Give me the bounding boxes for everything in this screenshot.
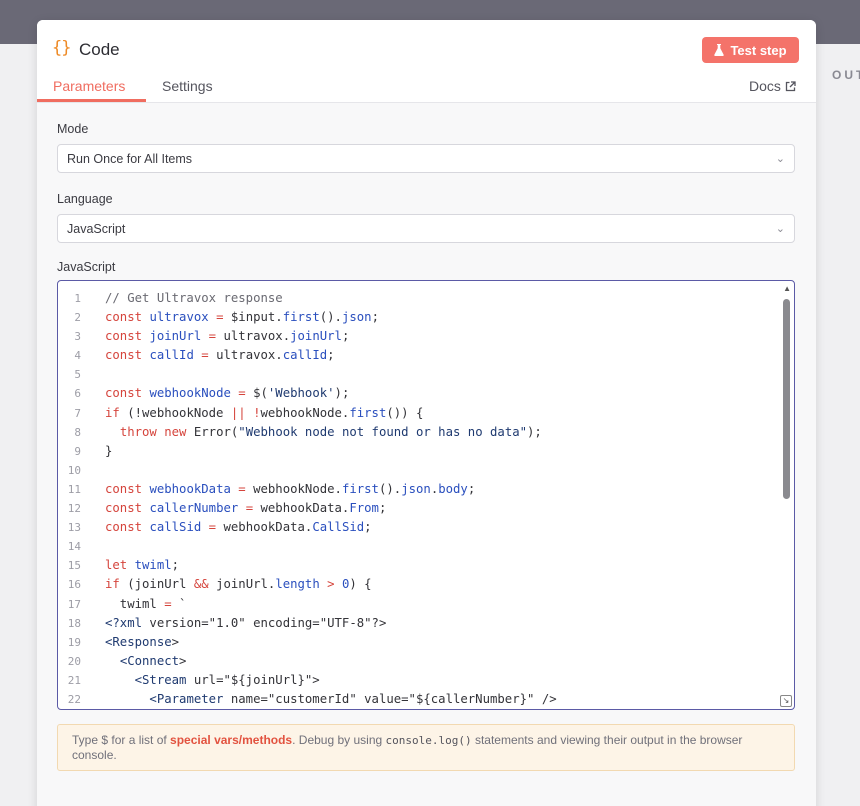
- code-text: <Stream url="${joinUrl}">: [134, 672, 320, 687]
- code-line[interactable]: 6 const webhookNode = $('Webhook');: [58, 384, 778, 403]
- code-text: throw new Error("Webhook node not found …: [119, 424, 542, 439]
- code-text: <?xml version="1.0" encoding="UTF-8"?>: [105, 615, 387, 630]
- editor-label: JavaScript: [57, 260, 116, 274]
- code-braces-icon: {}: [52, 38, 72, 58]
- code-text: let twiml;: [105, 558, 180, 573]
- code-text: <Response>: [105, 634, 180, 649]
- line-number: 15: [67, 559, 81, 573]
- code-line[interactable]: 13 const callSid = webhookData.CallSid;: [58, 518, 778, 537]
- special-vars-link[interactable]: special vars/methods: [170, 733, 292, 747]
- chevron-down-icon: ⌄: [775, 153, 785, 165]
- language-select[interactable]: JavaScript ⌄: [57, 214, 795, 243]
- hint-text-1: Type $ for a list of: [72, 733, 171, 747]
- code-line[interactable]: 21 <Stream url="${joinUrl}">: [58, 671, 778, 690]
- line-number: 18: [67, 616, 81, 630]
- editor-scrollbar[interactable]: [783, 299, 790, 499]
- resize-handle-icon[interactable]: ↘: [780, 695, 792, 707]
- code-line[interactable]: 8 throw new Error("Webhook node not foun…: [58, 423, 778, 442]
- code-line[interactable]: 3 const joinUrl = ultravox.joinUrl;: [58, 327, 778, 346]
- code-line[interactable]: 22 <Parameter name="customerId" value="$…: [58, 690, 778, 709]
- parameters-body: Mode Run Once for All Items ⌄ Language J…: [37, 102, 816, 806]
- code-text: const joinUrl = ultravox.joinUrl;: [105, 329, 350, 344]
- mode-select-value: Run Once for All Items: [67, 151, 193, 166]
- code-text: }: [105, 443, 113, 458]
- hint-text-2: . Debug by using: [292, 733, 386, 747]
- code-line[interactable]: 18 <?xml version="1.0" encoding="UTF-8"?>: [58, 614, 778, 633]
- code-text: if (!webhookNode || !webhookNode.first()…: [105, 405, 424, 420]
- line-number: 5: [74, 368, 81, 382]
- line-number: 11: [67, 482, 81, 496]
- code-line[interactable]: 11 const webhookData = webhookNode.first(…: [58, 480, 778, 499]
- code-text: const webhookNode = $('Webhook');: [105, 386, 350, 401]
- line-number: 3: [74, 330, 81, 344]
- code-line[interactable]: 17 twiml = `: [58, 595, 778, 614]
- code-text: // Get Ultravox response: [105, 291, 283, 305]
- line-number: 17: [67, 597, 81, 611]
- line-number: 21: [67, 673, 81, 687]
- line-number: 14: [67, 540, 81, 554]
- output-panel-label: OUT: [832, 68, 860, 82]
- external-link-icon: [785, 80, 796, 91]
- code-line[interactable]: 5: [58, 365, 778, 384]
- code-line[interactable]: 19 <Response>: [58, 633, 778, 652]
- line-number: 10: [67, 463, 81, 477]
- console-log-code: console.log(): [385, 734, 472, 747]
- chevron-down-icon: ⌄: [775, 223, 785, 235]
- code-line[interactable]: 4 const callId = ultravox.callId;: [58, 346, 778, 365]
- tab-settings[interactable]: Settings: [162, 78, 213, 94]
- mode-label: Mode: [57, 122, 89, 136]
- line-number: 7: [74, 406, 81, 420]
- hint-box: Type $ for a list of special vars/method…: [57, 724, 795, 771]
- language-label: Language: [57, 192, 113, 206]
- code-text: const callSid = webhookData.CallSid;: [105, 520, 372, 535]
- code-editor[interactable]: 1 // Get Ultravox response 2 const ultravox…: [57, 280, 795, 710]
- tab-parameters[interactable]: Parameters: [53, 78, 125, 94]
- code-text: const ultravox = $input.first().json;: [105, 310, 379, 325]
- line-number: 9: [74, 444, 81, 458]
- line-number: 20: [67, 654, 81, 668]
- code-line[interactable]: 7 if (!webhookNode || !webhookNode.first(…: [58, 404, 778, 423]
- panel-header: {} Code Test step Parameters Settings Do…: [37, 20, 816, 102]
- code-line[interactable]: 10: [58, 461, 778, 480]
- code-text: const webhookData = webhookNode.first().…: [105, 481, 476, 496]
- line-number: 13: [67, 521, 81, 535]
- scroll-up-arrow-icon[interactable]: ▲: [783, 284, 791, 293]
- code-line[interactable]: 20 <Connect>: [58, 652, 778, 671]
- mode-select[interactable]: Run Once for All Items ⌄: [57, 144, 795, 173]
- docs-label: Docs: [749, 78, 781, 94]
- code-line[interactable]: 9}: [58, 442, 778, 461]
- code-line[interactable]: 2 const ultravox = $input.first().json;: [58, 308, 778, 327]
- line-number: 12: [67, 502, 81, 516]
- code-line[interactable]: 15 let twiml;: [58, 556, 778, 575]
- code-node-panel: {} Code Test step Parameters Settings Do…: [37, 20, 816, 806]
- line-number: 4: [74, 349, 81, 363]
- language-select-value: JavaScript: [67, 221, 126, 236]
- line-number: 2: [74, 311, 81, 325]
- line-number: 8: [74, 425, 81, 439]
- line-number: 16: [67, 578, 81, 592]
- code-text: twiml = `: [105, 596, 187, 611]
- code-text: const callId = ultravox.callId;: [105, 348, 335, 363]
- test-step-label: Test step: [730, 42, 787, 58]
- code-line[interactable]: 12 const callerNumber = webhookData.From;: [58, 499, 778, 518]
- code-text: <Parameter name="customerId" value="${ca…: [149, 691, 557, 706]
- flask-icon: [714, 44, 725, 56]
- code-line[interactable]: 16 if (joinUrl && joinUrl.length > 0) {: [58, 575, 778, 594]
- code-lines[interactable]: 1 // Get Ultravox response 2 const ultravox…: [58, 289, 778, 709]
- node-title[interactable]: Code: [79, 40, 120, 60]
- code-line[interactable]: 1 // Get Ultravox response: [58, 289, 778, 308]
- code-text: <Connect>: [119, 653, 187, 668]
- code-text: const callerNumber = webhookData.From;: [105, 501, 387, 516]
- docs-link[interactable]: Docs: [749, 78, 796, 94]
- line-number: 19: [67, 635, 81, 649]
- code-line[interactable]: 14: [58, 537, 778, 556]
- line-number: 22: [67, 692, 81, 706]
- code-text: if (joinUrl && joinUrl.length > 0) {: [105, 577, 372, 592]
- test-step-button[interactable]: Test step: [702, 37, 799, 63]
- line-number: 6: [74, 387, 81, 401]
- line-number: 1: [74, 292, 81, 305]
